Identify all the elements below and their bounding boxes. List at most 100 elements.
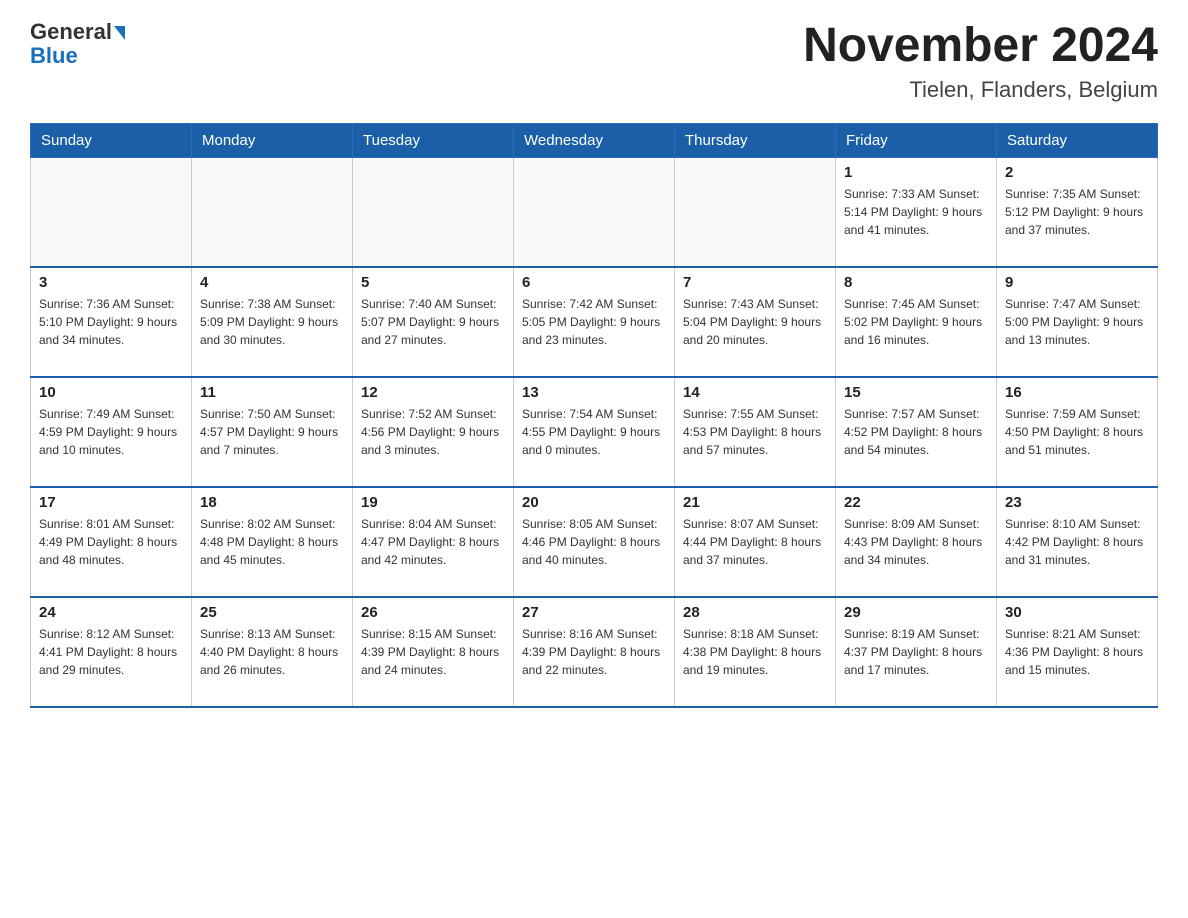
week-row-4: 17 Sunrise: 8:01 AM Sunset: 4:49 PM Dayli… bbox=[31, 487, 1158, 597]
day-info: Sunrise: 8:15 AM Sunset: 4:39 PM Dayligh… bbox=[361, 625, 505, 679]
day-info: Sunrise: 7:54 AM Sunset: 4:55 PM Dayligh… bbox=[522, 405, 666, 459]
table-row: 23Sunrise: 8:10 AM Sunset: 4:42 PM Dayli… bbox=[997, 487, 1158, 597]
day-info: Sunrise: 7:38 AM Sunset: 5:09 PM Dayligh… bbox=[200, 295, 344, 349]
day-number: 18 bbox=[200, 494, 344, 511]
table-row: 1Sunrise: 7:33 AM Sunset: 5:14 PM Daylig… bbox=[836, 157, 997, 267]
table-row bbox=[353, 157, 514, 267]
table-row bbox=[675, 157, 836, 267]
location: Tielen, Flanders, Belgium bbox=[803, 77, 1158, 103]
table-row: 21 Sunrise: 8:07 AM Sunset: 4:44 PM Dayli… bbox=[675, 487, 836, 597]
col-tuesday: Tuesday bbox=[353, 123, 514, 157]
day-info: Sunrise: 7:42 AM Sunset: 5:05 PM Dayligh… bbox=[522, 295, 666, 349]
day-number: 19 bbox=[361, 494, 505, 511]
day-info: Sunrise: 8:01 AM Sunset: 4:49 PM Dayligh… bbox=[39, 515, 183, 569]
day-number: 24 bbox=[39, 604, 183, 621]
table-row bbox=[31, 157, 192, 267]
day-info: Sunrise: 7:43 AM Sunset: 5:04 PM Dayligh… bbox=[683, 295, 827, 349]
day-info: Sunrise: 8:18 AM Sunset: 4:38 PM Dayligh… bbox=[683, 625, 827, 679]
calendar-table: Sunday Monday Tuesday Wednesday Thursday… bbox=[30, 123, 1158, 709]
day-info: Sunrise: 8:13 AM Sunset: 4:40 PM Dayligh… bbox=[200, 625, 344, 679]
day-number: 10 bbox=[39, 384, 183, 401]
table-row: 20 Sunrise: 8:05 AM Sunset: 4:46 PM Dayli… bbox=[514, 487, 675, 597]
table-row: 26 Sunrise: 8:15 AM Sunset: 4:39 PM Dayli… bbox=[353, 597, 514, 707]
day-number: 12 bbox=[361, 384, 505, 401]
page-header: General Blue November 2024 Tielen, Fland… bbox=[30, 20, 1158, 103]
col-saturday: Saturday bbox=[997, 123, 1158, 157]
table-row: 30 Sunrise: 8:21 AM Sunset: 4:36 PM Dayli… bbox=[997, 597, 1158, 707]
table-row: 7 Sunrise: 7:43 AM Sunset: 5:04 PM Daylig… bbox=[675, 267, 836, 377]
day-number: 30 bbox=[1005, 604, 1149, 621]
table-row: 16 Sunrise: 7:59 AM Sunset: 4:50 PM Dayli… bbox=[997, 377, 1158, 487]
logo-general: General bbox=[30, 20, 125, 44]
month-title: November 2024 bbox=[803, 20, 1158, 73]
day-info: Sunrise: 8:05 AM Sunset: 4:46 PM Dayligh… bbox=[522, 515, 666, 569]
day-info: Sunrise: 8:09 AM Sunset: 4:43 PM Dayligh… bbox=[844, 515, 988, 569]
day-info: Sunrise: 8:04 AM Sunset: 4:47 PM Dayligh… bbox=[361, 515, 505, 569]
day-info: Sunrise: 7:55 AM Sunset: 4:53 PM Dayligh… bbox=[683, 405, 827, 459]
weekday-header-row: Sunday Monday Tuesday Wednesday Thursday… bbox=[31, 123, 1158, 157]
day-number: 27 bbox=[522, 604, 666, 621]
logo-blue: Blue bbox=[30, 43, 78, 68]
day-number: 5 bbox=[361, 274, 505, 291]
day-number: 4 bbox=[200, 274, 344, 291]
table-row: 25Sunrise: 8:13 AM Sunset: 4:40 PM Dayli… bbox=[192, 597, 353, 707]
day-info: Sunrise: 7:35 AM Sunset: 5:12 PM Dayligh… bbox=[1005, 185, 1149, 239]
day-number: 2 bbox=[1005, 164, 1149, 181]
day-number: 9 bbox=[1005, 274, 1149, 291]
table-row: 24 Sunrise: 8:12 AM Sunset: 4:41 PM Dayli… bbox=[31, 597, 192, 707]
table-row: 19 Sunrise: 8:04 AM Sunset: 4:47 PM Dayli… bbox=[353, 487, 514, 597]
day-number: 28 bbox=[683, 604, 827, 621]
table-row: 9 Sunrise: 7:47 AM Sunset: 5:00 PM Daylig… bbox=[997, 267, 1158, 377]
table-row: 2 Sunrise: 7:35 AM Sunset: 5:12 PM Daylig… bbox=[997, 157, 1158, 267]
table-row: 3Sunrise: 7:36 AM Sunset: 5:10 PM Daylig… bbox=[31, 267, 192, 377]
table-row: 17 Sunrise: 8:01 AM Sunset: 4:49 PM Dayli… bbox=[31, 487, 192, 597]
day-number: 26 bbox=[361, 604, 505, 621]
day-number: 6 bbox=[522, 274, 666, 291]
table-row: 8 Sunrise: 7:45 AM Sunset: 5:02 PM Daylig… bbox=[836, 267, 997, 377]
col-wednesday: Wednesday bbox=[514, 123, 675, 157]
table-row: 29 Sunrise: 8:19 AM Sunset: 4:37 PM Dayli… bbox=[836, 597, 997, 707]
day-number: 29 bbox=[844, 604, 988, 621]
day-info: Sunrise: 7:59 AM Sunset: 4:50 PM Dayligh… bbox=[1005, 405, 1149, 459]
table-row: 18 Sunrise: 8:02 AM Sunset: 4:48 PM Dayli… bbox=[192, 487, 353, 597]
day-info: Sunrise: 7:47 AM Sunset: 5:00 PM Dayligh… bbox=[1005, 295, 1149, 349]
week-row-1: 1Sunrise: 7:33 AM Sunset: 5:14 PM Daylig… bbox=[31, 157, 1158, 267]
table-row: 11Sunrise: 7:50 AM Sunset: 4:57 PM Dayli… bbox=[192, 377, 353, 487]
table-row: 12Sunrise: 7:52 AM Sunset: 4:56 PM Dayli… bbox=[353, 377, 514, 487]
day-number: 3 bbox=[39, 274, 183, 291]
day-info: Sunrise: 8:07 AM Sunset: 4:44 PM Dayligh… bbox=[683, 515, 827, 569]
table-row: 28 Sunrise: 8:18 AM Sunset: 4:38 PM Dayli… bbox=[675, 597, 836, 707]
day-number: 14 bbox=[683, 384, 827, 401]
col-friday: Friday bbox=[836, 123, 997, 157]
day-info: Sunrise: 7:57 AM Sunset: 4:52 PM Dayligh… bbox=[844, 405, 988, 459]
day-info: Sunrise: 7:40 AM Sunset: 5:07 PM Dayligh… bbox=[361, 295, 505, 349]
col-monday: Monday bbox=[192, 123, 353, 157]
day-number: 17 bbox=[39, 494, 183, 511]
day-number: 1 bbox=[844, 164, 988, 181]
day-number: 16 bbox=[1005, 384, 1149, 401]
day-info: Sunrise: 8:21 AM Sunset: 4:36 PM Dayligh… bbox=[1005, 625, 1149, 679]
day-number: 13 bbox=[522, 384, 666, 401]
col-sunday: Sunday bbox=[31, 123, 192, 157]
table-row: 10 Sunrise: 7:49 AM Sunset: 4:59 PM Dayli… bbox=[31, 377, 192, 487]
day-number: 7 bbox=[683, 274, 827, 291]
table-row: 4 Sunrise: 7:38 AM Sunset: 5:09 PM Daylig… bbox=[192, 267, 353, 377]
table-row: 5 Sunrise: 7:40 AM Sunset: 5:07 PM Daylig… bbox=[353, 267, 514, 377]
day-info: Sunrise: 7:45 AM Sunset: 5:02 PM Dayligh… bbox=[844, 295, 988, 349]
col-thursday: Thursday bbox=[675, 123, 836, 157]
day-number: 8 bbox=[844, 274, 988, 291]
week-row-5: 24 Sunrise: 8:12 AM Sunset: 4:41 PM Dayli… bbox=[31, 597, 1158, 707]
week-row-2: 3Sunrise: 7:36 AM Sunset: 5:10 PM Daylig… bbox=[31, 267, 1158, 377]
day-number: 11 bbox=[200, 384, 344, 401]
table-row: 13 Sunrise: 7:54 AM Sunset: 4:55 PM Dayli… bbox=[514, 377, 675, 487]
title-block: November 2024 Tielen, Flanders, Belgium bbox=[803, 20, 1158, 103]
day-number: 21 bbox=[683, 494, 827, 511]
day-info: Sunrise: 7:49 AM Sunset: 4:59 PM Dayligh… bbox=[39, 405, 183, 459]
day-info: Sunrise: 8:12 AM Sunset: 4:41 PM Dayligh… bbox=[39, 625, 183, 679]
day-info: Sunrise: 8:19 AM Sunset: 4:37 PM Dayligh… bbox=[844, 625, 988, 679]
day-info: Sunrise: 8:16 AM Sunset: 4:39 PM Dayligh… bbox=[522, 625, 666, 679]
day-number: 20 bbox=[522, 494, 666, 511]
day-number: 23 bbox=[1005, 494, 1149, 511]
week-row-3: 10 Sunrise: 7:49 AM Sunset: 4:59 PM Dayli… bbox=[31, 377, 1158, 487]
day-info: Sunrise: 8:02 AM Sunset: 4:48 PM Dayligh… bbox=[200, 515, 344, 569]
